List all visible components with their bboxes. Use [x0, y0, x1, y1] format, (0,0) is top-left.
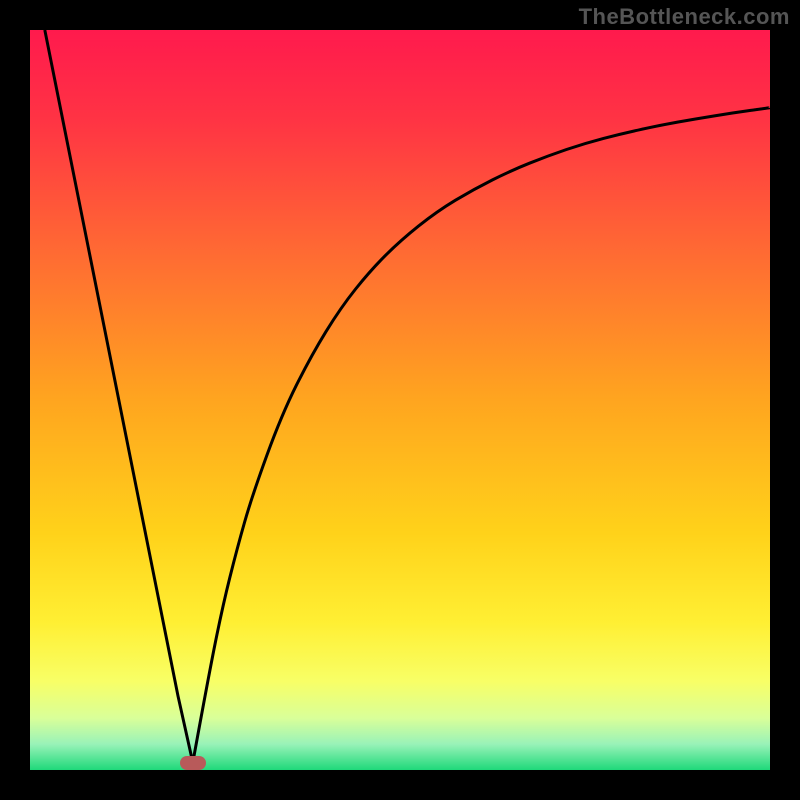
curve-left-branch	[45, 30, 193, 763]
chart-frame: TheBottleneck.com	[0, 0, 800, 800]
watermark-text: TheBottleneck.com	[579, 4, 790, 30]
optimum-marker	[180, 756, 206, 770]
curve-right-branch	[193, 108, 770, 763]
plot-area	[30, 30, 770, 770]
curve-layer	[30, 30, 770, 770]
